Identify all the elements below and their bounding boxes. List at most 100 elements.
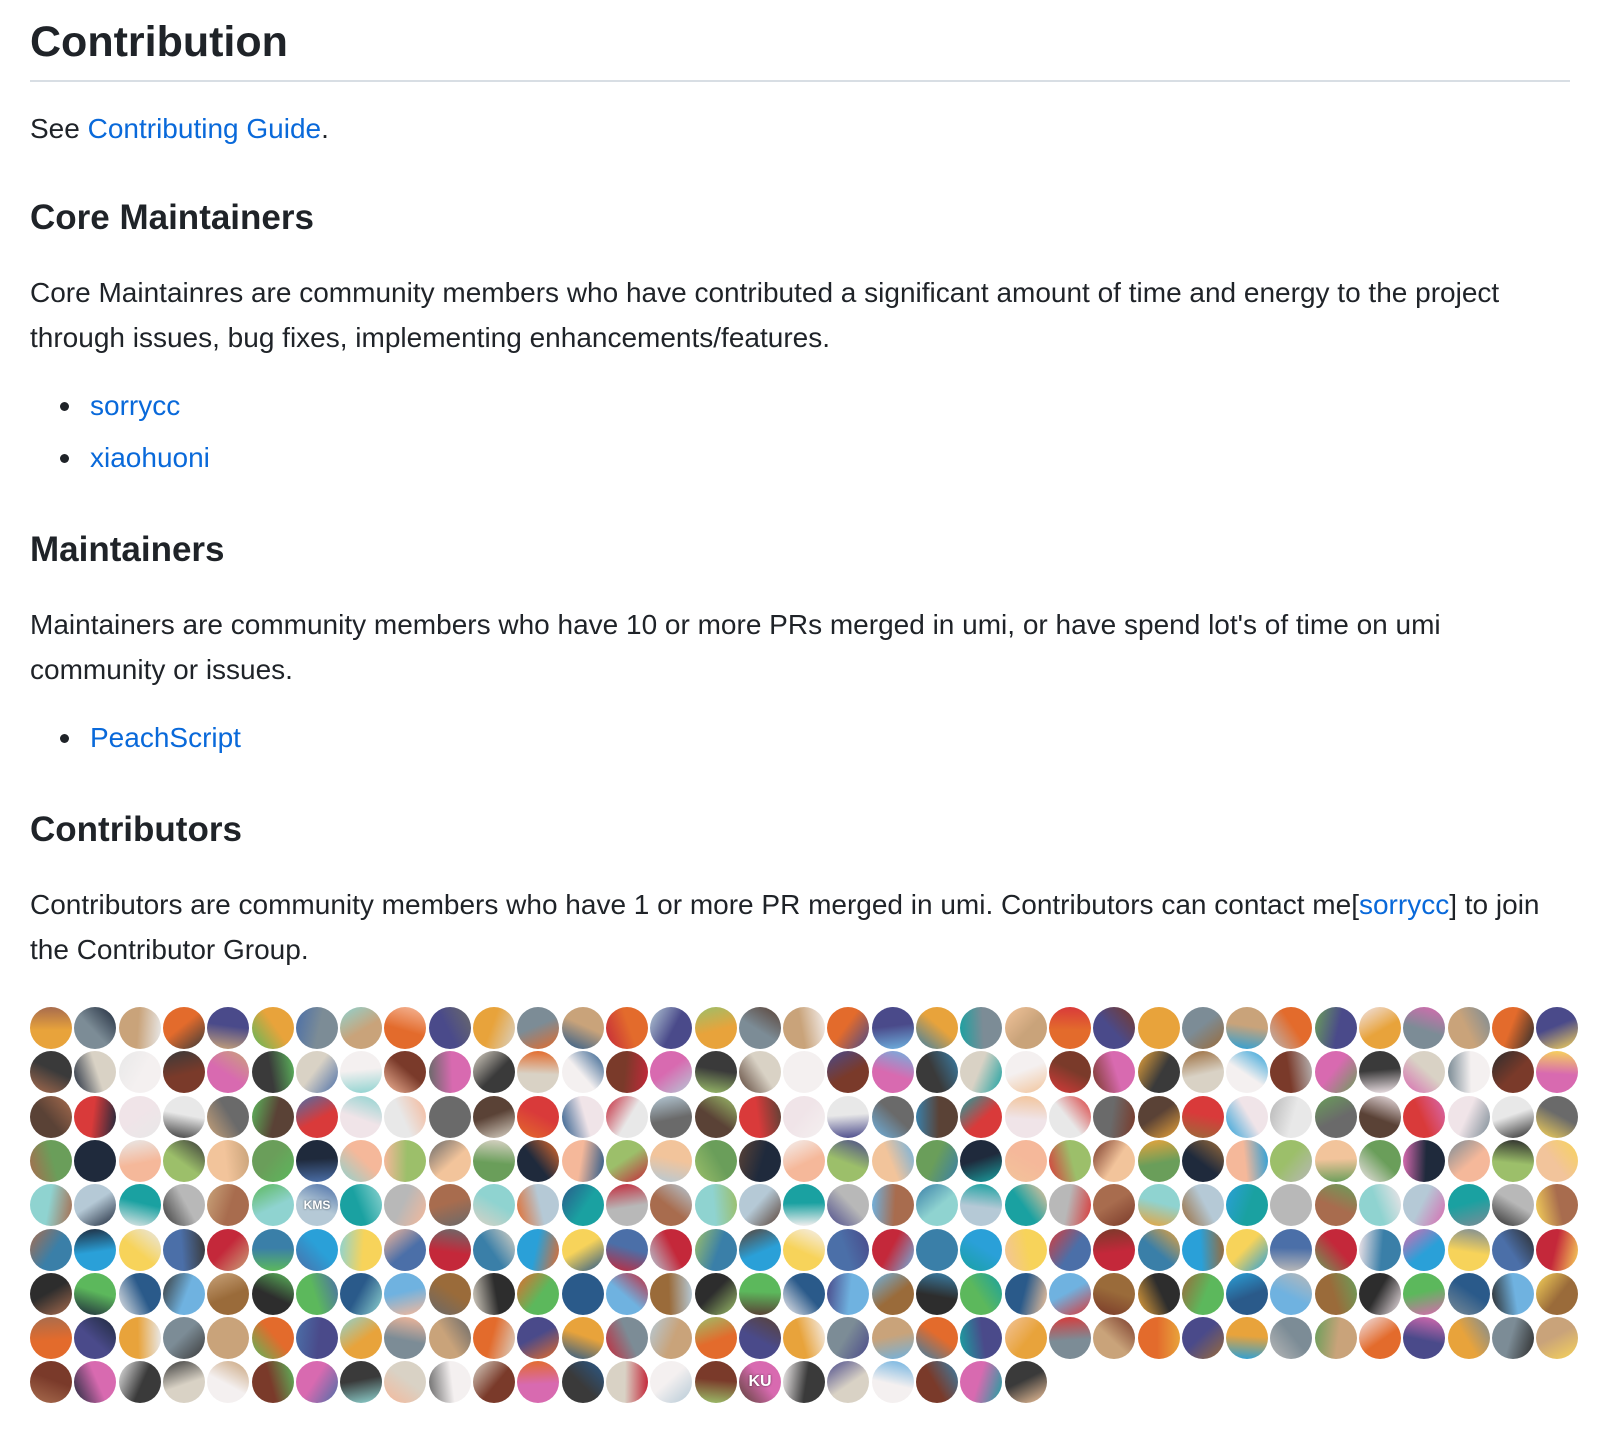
contributor-avatar[interactable] xyxy=(30,1229,72,1271)
contributor-avatar[interactable] xyxy=(1005,1361,1047,1403)
contributor-avatar[interactable] xyxy=(872,1051,914,1093)
contributor-avatar[interactable] xyxy=(650,1184,692,1226)
contributor-avatar[interactable] xyxy=(783,1184,825,1226)
contributor-avatar[interactable] xyxy=(1138,1317,1180,1359)
contributor-avatar[interactable] xyxy=(960,1229,1002,1271)
contributor-avatar[interactable] xyxy=(1403,1273,1445,1315)
contributor-avatar[interactable] xyxy=(1005,1140,1047,1182)
contributor-avatar[interactable] xyxy=(606,1096,648,1138)
contributor-avatar[interactable] xyxy=(163,1273,205,1315)
contributor-avatar[interactable] xyxy=(783,1140,825,1182)
contributor-avatar[interactable] xyxy=(207,1361,249,1403)
contributor-avatar[interactable] xyxy=(916,1096,958,1138)
contributor-avatar[interactable] xyxy=(207,1096,249,1138)
contact-sorrycc-link[interactable]: sorrycc xyxy=(1359,889,1449,920)
contributor-avatar[interactable] xyxy=(30,1096,72,1138)
contributor-avatar[interactable] xyxy=(1138,1229,1180,1271)
contributor-avatar[interactable] xyxy=(1448,1229,1490,1271)
contributor-avatar[interactable] xyxy=(606,1317,648,1359)
contributor-avatar[interactable] xyxy=(1049,1140,1091,1182)
contributor-avatar[interactable] xyxy=(827,1273,869,1315)
contributor-avatar[interactable] xyxy=(960,1361,1002,1403)
contributor-avatar[interactable] xyxy=(916,1140,958,1182)
contributor-avatar[interactable] xyxy=(916,1361,958,1403)
contributor-avatar[interactable] xyxy=(1226,1007,1268,1049)
contributor-avatar[interactable]: KMS xyxy=(296,1184,338,1226)
contributor-avatar[interactable] xyxy=(473,1096,515,1138)
contributor-avatar[interactable] xyxy=(1093,1007,1135,1049)
contributor-avatar[interactable] xyxy=(827,1184,869,1226)
contributor-avatar[interactable] xyxy=(296,1096,338,1138)
contributor-avatar[interactable] xyxy=(650,1007,692,1049)
contributor-avatar[interactable] xyxy=(1403,1140,1445,1182)
contributor-avatar[interactable] xyxy=(1536,1051,1578,1093)
contributor-avatar[interactable] xyxy=(163,1140,205,1182)
contributor-avatar[interactable] xyxy=(872,1273,914,1315)
contributor-avatar[interactable] xyxy=(606,1361,648,1403)
contributor-avatar[interactable] xyxy=(1049,1096,1091,1138)
contributor-avatar[interactable] xyxy=(252,1051,294,1093)
contributor-avatar[interactable] xyxy=(1138,1184,1180,1226)
contributor-avatar[interactable] xyxy=(872,1007,914,1049)
contributor-avatar[interactable] xyxy=(1315,1051,1357,1093)
contributor-avatar[interactable] xyxy=(1182,1096,1224,1138)
contributor-avatar[interactable] xyxy=(340,1184,382,1226)
contributor-avatar[interactable] xyxy=(1492,1096,1534,1138)
contributor-avatar[interactable] xyxy=(1138,1096,1180,1138)
contributor-avatar[interactable] xyxy=(960,1273,1002,1315)
contributor-avatar[interactable] xyxy=(207,1317,249,1359)
contributor-avatar[interactable] xyxy=(827,1317,869,1359)
contributor-avatar[interactable] xyxy=(1448,1096,1490,1138)
contributor-avatar[interactable] xyxy=(207,1273,249,1315)
contributor-avatar[interactable] xyxy=(252,1096,294,1138)
contributor-avatar[interactable] xyxy=(163,1317,205,1359)
contributor-avatar[interactable] xyxy=(517,1051,559,1093)
contributor-avatar[interactable] xyxy=(1182,1051,1224,1093)
contributor-avatar[interactable] xyxy=(1226,1317,1268,1359)
contributor-avatar[interactable] xyxy=(1492,1273,1534,1315)
contributor-avatar[interactable] xyxy=(1403,1229,1445,1271)
contributor-avatar[interactable] xyxy=(562,1096,604,1138)
contributor-avatar[interactable] xyxy=(650,1361,692,1403)
contributor-avatar[interactable] xyxy=(650,1229,692,1271)
contributor-avatar[interactable] xyxy=(74,1140,116,1182)
contributor-avatar[interactable] xyxy=(119,1140,161,1182)
contributor-avatar[interactable] xyxy=(1536,1096,1578,1138)
contributor-avatar[interactable] xyxy=(30,1184,72,1226)
contributor-avatar[interactable] xyxy=(827,1051,869,1093)
member-link-peachscript[interactable]: PeachScript xyxy=(90,722,241,753)
contributor-avatar[interactable] xyxy=(119,1361,161,1403)
contributor-avatar[interactable] xyxy=(429,1229,471,1271)
contributor-avatar[interactable] xyxy=(1182,1317,1224,1359)
contributor-avatar[interactable] xyxy=(1359,1140,1401,1182)
contributor-avatar[interactable] xyxy=(384,1184,426,1226)
contributor-avatar[interactable] xyxy=(517,1096,559,1138)
contributor-avatar[interactable] xyxy=(1093,1229,1135,1271)
member-link-sorrycc[interactable]: sorrycc xyxy=(90,390,180,421)
contributor-avatar[interactable] xyxy=(1005,1317,1047,1359)
contributor-avatar[interactable] xyxy=(606,1007,648,1049)
contributor-avatar[interactable] xyxy=(1403,1096,1445,1138)
contributor-avatar[interactable] xyxy=(1005,1007,1047,1049)
contributor-avatar[interactable] xyxy=(296,1317,338,1359)
contributor-avatar[interactable] xyxy=(473,1051,515,1093)
contributor-avatar[interactable] xyxy=(1049,1273,1091,1315)
contributor-avatar[interactable] xyxy=(1138,1051,1180,1093)
contributor-avatar[interactable] xyxy=(1049,1051,1091,1093)
contributor-avatar[interactable] xyxy=(473,1184,515,1226)
contributor-avatar[interactable] xyxy=(1270,1007,1312,1049)
contributor-avatar[interactable] xyxy=(1138,1007,1180,1049)
contributor-avatar[interactable] xyxy=(872,1096,914,1138)
contributor-avatar[interactable] xyxy=(695,1184,737,1226)
contributor-avatar[interactable] xyxy=(119,1184,161,1226)
contributor-avatar[interactable] xyxy=(340,1361,382,1403)
contributor-avatar[interactable] xyxy=(1182,1229,1224,1271)
contributor-avatar[interactable] xyxy=(562,1184,604,1226)
contributor-avatar[interactable] xyxy=(695,1273,737,1315)
contributor-avatar[interactable] xyxy=(252,1007,294,1049)
contributor-avatar[interactable] xyxy=(916,1007,958,1049)
contributor-avatar[interactable] xyxy=(30,1317,72,1359)
contributor-avatar[interactable] xyxy=(916,1229,958,1271)
contributor-avatar[interactable] xyxy=(872,1317,914,1359)
contributor-avatar[interactable] xyxy=(429,1140,471,1182)
